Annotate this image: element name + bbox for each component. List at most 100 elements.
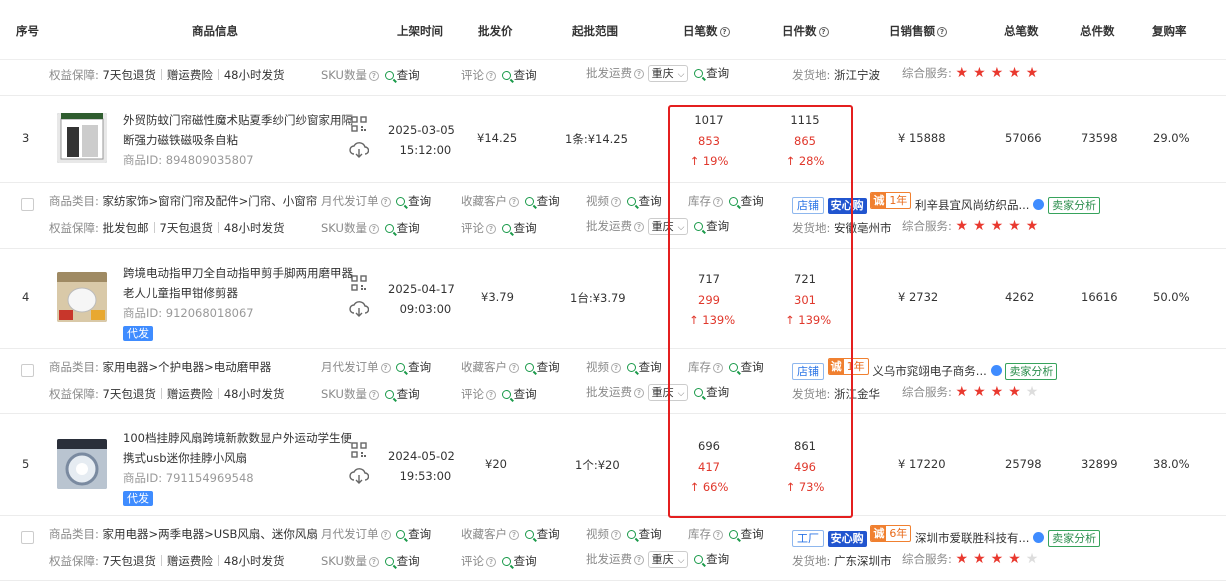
col-listed-time[interactable]: 上架时间 — [397, 23, 443, 39]
monthly-query-link[interactable]: 查询 — [394, 527, 431, 541]
help-icon[interactable]: ? — [380, 530, 391, 540]
product-title[interactable]: 外贸防蚊门帘磁性魔术贴夏季纱门纱窗家用隔 断强力磁铁磁吸条自粘 商品ID: 8948… — [123, 110, 353, 170]
product-thumbnail[interactable] — [57, 272, 107, 322]
daily-orders-value: 696 — [698, 439, 720, 453]
col-price[interactable]: 批发价 — [478, 23, 513, 39]
help-icon[interactable]: ? — [486, 224, 496, 234]
sku-query-link[interactable]: 查询 — [383, 387, 420, 401]
help-icon[interactable]: ? — [611, 363, 621, 373]
monthly-query-link-text: 查询 — [408, 527, 432, 541]
shop-name-link[interactable]: 利辛县宜风尚纺织品... — [915, 198, 1029, 212]
help-icon[interactable]: ? — [611, 530, 621, 540]
review-label: 评论 — [461, 554, 484, 568]
video-query-link[interactable]: 查询 — [625, 527, 662, 541]
freight-query-link[interactable]: 查询 — [692, 66, 729, 80]
help-icon[interactable]: ? — [713, 530, 723, 540]
review-query-link[interactable]: 查询 — [500, 68, 537, 82]
product-thumbnail[interactable] — [57, 439, 107, 489]
freight-region-select[interactable]: 重庆 ⌵ — [647, 218, 689, 235]
help-icon[interactable]: ? — [937, 27, 947, 37]
stock-query-link[interactable]: 查询 — [727, 194, 764, 208]
ship-from-label: 发货地: — [792, 554, 831, 568]
help-icon[interactable]: ? — [713, 197, 723, 207]
divider — [160, 69, 162, 80]
seller-analysis-button[interactable]: 卖家分析 — [1005, 363, 1058, 380]
col-total-orders[interactable]: 总笔数 — [1004, 23, 1039, 39]
freight-query-link[interactable]: 查询 — [692, 552, 729, 566]
help-icon[interactable]: ? — [818, 27, 829, 37]
cloud-download-icon[interactable] — [349, 141, 369, 159]
product-thumbnail[interactable] — [57, 113, 107, 163]
help-icon[interactable]: ? — [509, 530, 519, 540]
help-icon[interactable]: ? — [368, 557, 379, 567]
help-icon[interactable]: ? — [713, 363, 723, 373]
seller-analysis-button[interactable]: 卖家分析 — [1048, 197, 1101, 214]
cloud-download-icon[interactable] — [349, 467, 369, 485]
daily-orders-prev: 417 — [698, 459, 720, 474]
help-icon[interactable]: ? — [486, 71, 496, 81]
daily-pieces-value: 1115 — [790, 113, 820, 127]
cloud-download-icon[interactable] — [349, 300, 369, 318]
qr-code-icon[interactable] — [351, 116, 367, 132]
shop-name-link[interactable]: 义乌市窕翊电子商务... — [872, 364, 986, 378]
freight-region-select[interactable]: 重庆 ⌵ — [647, 384, 689, 401]
freight-query-link[interactable]: 查询 — [692, 385, 729, 399]
freight-query-link[interactable]: 查询 — [692, 219, 729, 233]
help-icon[interactable]: ? — [611, 197, 621, 207]
video-query-link[interactable]: 查询 — [625, 360, 662, 374]
stock-query-link[interactable]: 查询 — [727, 360, 764, 374]
help-icon[interactable]: ? — [368, 224, 379, 234]
help-icon[interactable]: ? — [634, 388, 644, 398]
review-query-link[interactable]: 查询 — [500, 387, 537, 401]
shop-name-link[interactable]: 深圳市爱联胜科技有... — [915, 531, 1029, 545]
stock-query-link[interactable]: 查询 — [727, 527, 764, 541]
star-icon: ★ — [1025, 551, 1039, 567]
sku-query-link[interactable]: 查询 — [383, 554, 420, 568]
monthly-label: 月代发订单 — [321, 360, 379, 374]
help-icon[interactable]: ? — [380, 197, 391, 207]
search-icon — [501, 71, 511, 80]
search-icon — [501, 557, 511, 566]
col-repurchase[interactable]: 复购率 — [1152, 23, 1187, 39]
help-icon[interactable]: ? — [486, 390, 496, 400]
monthly-query-link[interactable]: 查询 — [394, 194, 431, 208]
help-icon[interactable]: ? — [486, 557, 496, 567]
product-title[interactable]: 跨境电动指甲刀全自动指甲剪手脚两用磨甲器 老人儿童指甲钳修剪器 商品ID: 9120… — [123, 263, 353, 343]
video-query-link[interactable]: 查询 — [625, 194, 662, 208]
freight-region-select[interactable]: 重庆 ⌵ — [647, 65, 689, 82]
monthly-query-link[interactable]: 查询 — [394, 360, 431, 374]
help-icon[interactable]: ? — [634, 69, 644, 79]
col-daily-pieces[interactable]: 日件数? — [782, 23, 829, 39]
collect-query-link[interactable]: 查询 — [523, 527, 560, 541]
sku-query-link[interactable]: 查询 — [383, 68, 420, 82]
help-icon[interactable]: ? — [509, 197, 519, 207]
help-icon[interactable]: ? — [380, 363, 391, 373]
star-icon: ★ — [955, 384, 969, 400]
freight-region-select[interactable]: 重庆 ⌵ — [647, 551, 689, 568]
col-daily-orders[interactable]: 日笔数? — [683, 23, 730, 39]
col-total-pieces[interactable]: 总件数 — [1080, 23, 1115, 39]
repurchase-value: 38.0% — [1153, 457, 1190, 471]
daily-orders-change: ↑ 19% — [689, 154, 729, 168]
collect-query-link[interactable]: 查询 — [523, 194, 560, 208]
row-checkbox[interactable] — [21, 364, 34, 377]
row-checkbox[interactable] — [21, 531, 34, 544]
help-icon[interactable]: ? — [719, 27, 730, 37]
col-daily-sales[interactable]: 日销售额? — [889, 23, 947, 39]
help-icon[interactable]: ? — [368, 71, 379, 81]
seller-analysis-button[interactable]: 卖家分析 — [1048, 530, 1101, 547]
review-query-link[interactable]: 查询 — [500, 221, 537, 235]
review-query-link[interactable]: 查询 — [500, 554, 537, 568]
row-index-value: 4 — [22, 290, 30, 304]
sku-query-link[interactable]: 查询 — [383, 221, 420, 235]
row-checkbox[interactable] — [21, 198, 34, 211]
help-icon[interactable]: ? — [368, 390, 379, 400]
qr-code-icon[interactable] — [351, 442, 367, 458]
collect-query-link[interactable]: 查询 — [523, 360, 560, 374]
category-value: 家纺家饰>窗帘门帘及配件>门帘、小窗帘 — [102, 194, 318, 208]
product-title[interactable]: 100档挂脖风扇跨境新款数显户外运动学生便 携式usb迷你挂脖小风扇 商品ID: 7… — [123, 428, 352, 508]
help-icon[interactable]: ? — [634, 555, 644, 565]
qr-code-icon[interactable] — [351, 275, 367, 291]
help-icon[interactable]: ? — [634, 222, 644, 232]
help-icon[interactable]: ? — [509, 363, 519, 373]
